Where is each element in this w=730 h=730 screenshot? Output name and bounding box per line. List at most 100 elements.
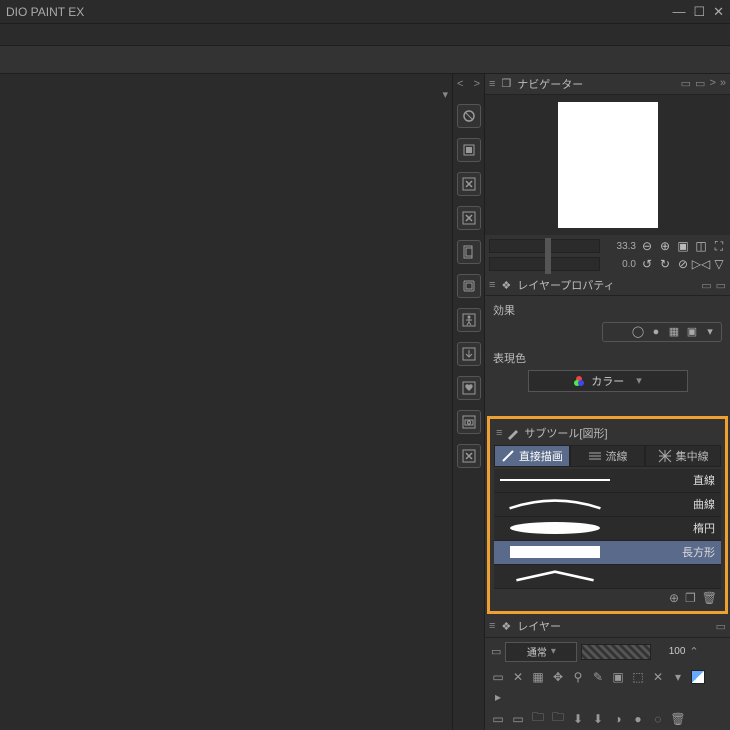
palette-more-icon[interactable]: ▸ xyxy=(491,690,505,704)
subtool-add-icon[interactable]: ⊕ xyxy=(669,591,679,605)
subtool-duplicate-icon[interactable]: ❐ xyxy=(685,591,696,605)
new-vector-icon[interactable]: ▭ xyxy=(511,712,525,726)
canvas-area[interactable]: ▾ xyxy=(0,74,452,730)
app-title: DIO PAINT EX xyxy=(6,5,84,19)
dock-download-icon[interactable] xyxy=(457,342,481,366)
effect-label: 効果 xyxy=(493,302,722,318)
mask-apply-icon[interactable]: ⬚ xyxy=(631,670,645,684)
zoom-slider[interactable] xyxy=(489,239,600,253)
stream-line-icon xyxy=(588,449,602,463)
tab-focus-line[interactable]: 集中線 xyxy=(645,445,721,467)
colormode-value: カラー xyxy=(591,373,624,389)
ruler-icon[interactable]: ✕ xyxy=(651,670,665,684)
rotate-slider[interactable] xyxy=(489,257,600,271)
panel-menu-icon[interactable]: ≡ xyxy=(489,279,495,291)
effect-fill-icon[interactable]: ● xyxy=(649,325,663,339)
hdr-tab-icon[interactable]: ▭ xyxy=(701,279,711,292)
lock-group-icon[interactable]: ▭ xyxy=(491,670,505,684)
document-tab[interactable] xyxy=(0,58,24,62)
subtool-item-rect[interactable]: 長方形 xyxy=(494,541,721,565)
minimize-button[interactable]: — xyxy=(672,4,685,20)
close-button[interactable]: ✕ xyxy=(713,4,724,20)
delete-layer-icon[interactable]: 🗑 xyxy=(671,712,685,726)
rotate-reset-icon[interactable]: ⊘ xyxy=(676,257,690,271)
effect-icons[interactable]: ◯ ● ▦ ▣ ▾ xyxy=(602,322,722,342)
dock-favorite-icon[interactable] xyxy=(457,376,481,400)
dock-strip: < > xyxy=(452,74,484,730)
dock-folder-icon[interactable] xyxy=(457,274,481,298)
fit-expand-icon[interactable]: ⛶ xyxy=(712,239,726,253)
panel-menu-icon[interactable]: ≡ xyxy=(496,427,502,439)
lock-pos-icon[interactable]: ✥ xyxy=(551,670,565,684)
colormode-select[interactable]: カラー xyxy=(528,370,688,392)
titlebar: DIO PAINT EX — ☐ ✕ xyxy=(0,0,730,24)
blend-mode-select[interactable]: 通常 xyxy=(505,642,577,662)
hdr-tab2-icon[interactable]: ▭ xyxy=(695,77,705,90)
dock-material-icon[interactable] xyxy=(457,138,481,162)
transfer-down-icon[interactable]: ⬇ xyxy=(571,712,585,726)
layer-blend-icon[interactable]: ▭ xyxy=(491,645,501,658)
subtool-item-curve[interactable]: 曲線 xyxy=(494,493,721,517)
layer-lock-row: ▭ ✕ ▦ ✥ ⚲ ✎ ▣ ⬚ ✕ ▾ ▸ xyxy=(485,666,730,708)
hdr-tab-icon[interactable]: ▭ xyxy=(716,620,726,633)
mask-view-icon[interactable]: ▣ xyxy=(611,670,625,684)
subtool-item-ellipse[interactable]: 楕円 xyxy=(494,517,721,541)
rotate-ccw-icon[interactable]: ↺ xyxy=(640,257,654,271)
polyline-preview-icon xyxy=(500,570,610,582)
hdr-tab1-icon[interactable]: ▭ xyxy=(681,77,691,90)
dock-page-icon[interactable] xyxy=(457,240,481,264)
effect-layercolor-icon[interactable]: ▣ xyxy=(685,325,699,339)
ref-layer-icon[interactable]: ⚲ xyxy=(571,670,585,684)
new-folder2-icon[interactable]: 🗀 xyxy=(551,712,565,726)
lock-pixel-icon[interactable]: ▦ xyxy=(531,670,545,684)
hdr-chev-right-icon[interactable]: > xyxy=(709,77,715,90)
zoom-out-icon[interactable]: ⊖ xyxy=(640,239,654,253)
panel-menu-icon[interactable]: ≡ xyxy=(489,620,495,632)
rotate-value: 0.0 xyxy=(608,259,636,270)
hdr-more-icon[interactable]: » xyxy=(720,77,726,90)
effect-border-icon[interactable]: ◯ xyxy=(631,325,645,339)
clip-icon[interactable]: ▾ xyxy=(671,670,685,684)
subtool-delete-icon[interactable]: 🗑 xyxy=(702,591,717,605)
fit-screen-icon[interactable]: ▣ xyxy=(676,239,690,253)
new-raster-icon[interactable]: ▭ xyxy=(491,712,505,726)
new-folder-icon[interactable]: 🗀 xyxy=(531,712,545,726)
panel-menu-icon[interactable]: ≡ xyxy=(489,78,495,90)
dock-x3-icon[interactable] xyxy=(457,444,481,468)
tab-direct-draw[interactable]: 直接描画 xyxy=(494,445,570,467)
lock-all-icon[interactable]: ✕ xyxy=(511,670,525,684)
layer-color-swatch[interactable] xyxy=(691,670,705,684)
dock-camera-icon[interactable] xyxy=(457,410,481,434)
flip-v-icon[interactable]: ▽ xyxy=(712,257,726,271)
dock-x1-icon[interactable] xyxy=(457,172,481,196)
navigator-preview[interactable] xyxy=(485,95,730,235)
apply-mask-icon[interactable]: ● xyxy=(631,712,645,726)
dock-pose-icon[interactable] xyxy=(457,308,481,332)
layerprop-header: ≡ ❖ レイヤープロパティ ▭▭ xyxy=(485,275,730,296)
new-mask-icon[interactable]: ◑ xyxy=(611,712,625,726)
rotate-cw-icon[interactable]: ↻ xyxy=(658,257,672,271)
subtool-item-straight[interactable]: 直線 xyxy=(494,469,721,493)
tab-stream-line[interactable]: 流線 xyxy=(570,445,646,467)
fit-width-icon[interactable]: ◫ xyxy=(694,239,708,253)
subtool-item-polyline[interactable] xyxy=(494,565,721,589)
document-tabbar xyxy=(0,46,730,74)
opacity-stepper-icon[interactable]: ⌃ xyxy=(689,645,698,658)
flip-h-icon[interactable]: ▷◁ xyxy=(694,257,708,271)
zoom-in-icon[interactable]: ⊕ xyxy=(658,239,672,253)
effect-more-icon[interactable]: ▾ xyxy=(703,325,717,339)
canvas-dropdown-icon[interactable]: ▾ xyxy=(442,88,448,101)
clear-layer-icon[interactable]: ◌ xyxy=(651,712,665,726)
effect-tone-icon[interactable]: ▦ xyxy=(667,325,681,339)
dock-quickaccess-icon[interactable] xyxy=(457,104,481,128)
draft-layer-icon[interactable]: ✎ xyxy=(591,670,605,684)
layer-action-row: ▭ ▭ 🗀 🗀 ⬇ ⬇ ◑ ● ◌ 🗑 xyxy=(485,708,730,730)
maximize-button[interactable]: ☐ xyxy=(693,4,705,20)
dock-chevron-right-icon[interactable]: > xyxy=(474,78,480,94)
opacity-slider[interactable] xyxy=(581,644,651,660)
hdr-tab-icon[interactable]: ▭ xyxy=(716,279,726,292)
layerprop-body: 効果 ◯ ● ▦ ▣ ▾ 表現色 カラー xyxy=(485,296,730,410)
dock-x2-icon[interactable] xyxy=(457,206,481,230)
merge-down-icon[interactable]: ⬇ xyxy=(591,712,605,726)
dock-chevron-left-icon[interactable]: < xyxy=(457,78,463,94)
